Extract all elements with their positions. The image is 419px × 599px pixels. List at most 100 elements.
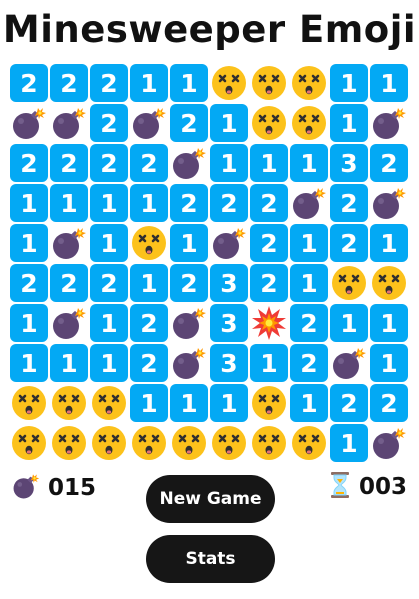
number-cell[interactable]: 1 bbox=[130, 64, 168, 102]
number-cell[interactable]: 1 bbox=[330, 64, 368, 102]
number-cell[interactable]: 1 bbox=[130, 264, 168, 302]
number-cell[interactable]: 2 bbox=[210, 184, 248, 222]
number-cell[interactable]: 1 bbox=[370, 304, 408, 342]
dizzy-face-icon[interactable] bbox=[210, 64, 248, 102]
number-cell[interactable]: 2 bbox=[90, 104, 128, 142]
number-cell[interactable]: 1 bbox=[210, 144, 248, 182]
number-cell[interactable]: 3 bbox=[330, 144, 368, 182]
number-cell[interactable]: 2 bbox=[50, 144, 88, 182]
dizzy-face-icon[interactable] bbox=[210, 424, 248, 462]
number-cell[interactable]: 2 bbox=[130, 344, 168, 382]
number-cell[interactable]: 2 bbox=[130, 304, 168, 342]
number-cell[interactable]: 1 bbox=[130, 384, 168, 422]
number-cell[interactable]: 2 bbox=[290, 304, 328, 342]
number-cell[interactable]: 2 bbox=[90, 144, 128, 182]
dizzy-face-icon[interactable] bbox=[90, 424, 128, 462]
number-cell[interactable]: 2 bbox=[130, 144, 168, 182]
number-cell[interactable]: 3 bbox=[210, 304, 248, 342]
number-cell[interactable]: 1 bbox=[290, 224, 328, 262]
dizzy-face-icon[interactable] bbox=[370, 264, 408, 302]
number-cell[interactable]: 1 bbox=[90, 224, 128, 262]
number-cell[interactable]: 2 bbox=[50, 264, 88, 302]
number-cell[interactable]: 2 bbox=[170, 104, 208, 142]
number-cell[interactable]: 2 bbox=[90, 264, 128, 302]
dizzy-face-icon[interactable] bbox=[290, 424, 328, 462]
number-cell[interactable]: 1 bbox=[330, 304, 368, 342]
number-cell[interactable]: 1 bbox=[330, 104, 368, 142]
number-cell[interactable]: 1 bbox=[10, 184, 48, 222]
number-cell[interactable]: 1 bbox=[370, 224, 408, 262]
dizzy-face-icon[interactable] bbox=[170, 424, 208, 462]
bomb-icon[interactable] bbox=[370, 104, 408, 142]
number-cell[interactable]: 2 bbox=[370, 384, 408, 422]
explosion-icon[interactable] bbox=[250, 304, 288, 342]
number-cell[interactable]: 2 bbox=[90, 64, 128, 102]
bomb-icon[interactable] bbox=[130, 104, 168, 142]
dizzy-face-icon[interactable] bbox=[250, 64, 288, 102]
number-cell[interactable]: 3 bbox=[210, 344, 248, 382]
number-cell[interactable]: 1 bbox=[370, 64, 408, 102]
number-cell[interactable]: 1 bbox=[50, 184, 88, 222]
dizzy-face-icon[interactable] bbox=[250, 384, 288, 422]
number-cell[interactable]: 1 bbox=[90, 344, 128, 382]
dizzy-face-icon[interactable] bbox=[250, 424, 288, 462]
new-game-button[interactable]: New Game bbox=[146, 475, 275, 523]
bomb-icon[interactable] bbox=[370, 184, 408, 222]
number-cell[interactable]: 2 bbox=[290, 344, 328, 382]
number-cell[interactable]: 2 bbox=[330, 184, 368, 222]
number-cell[interactable]: 1 bbox=[170, 384, 208, 422]
number-cell[interactable]: 2 bbox=[170, 184, 208, 222]
number-cell[interactable]: 1 bbox=[10, 224, 48, 262]
number-cell[interactable]: 1 bbox=[250, 144, 288, 182]
number-cell[interactable]: 1 bbox=[290, 264, 328, 302]
dizzy-face-icon[interactable] bbox=[130, 224, 168, 262]
number-cell[interactable]: 2 bbox=[330, 224, 368, 262]
number-cell[interactable]: 2 bbox=[370, 144, 408, 182]
dizzy-face-icon[interactable] bbox=[250, 104, 288, 142]
dizzy-face-icon[interactable] bbox=[290, 64, 328, 102]
stats-button[interactable]: Stats bbox=[146, 535, 275, 583]
bomb-icon[interactable] bbox=[170, 144, 208, 182]
dizzy-face-icon[interactable] bbox=[290, 104, 328, 142]
bomb-icon[interactable] bbox=[50, 304, 88, 342]
number-cell[interactable]: 2 bbox=[10, 144, 48, 182]
bomb-icon[interactable] bbox=[50, 224, 88, 262]
dizzy-face-icon[interactable] bbox=[50, 424, 88, 462]
number-cell[interactable]: 1 bbox=[330, 424, 368, 462]
number-cell[interactable]: 1 bbox=[10, 344, 48, 382]
number-cell[interactable]: 1 bbox=[290, 144, 328, 182]
dizzy-face-icon[interactable] bbox=[50, 384, 88, 422]
number-cell[interactable]: 1 bbox=[130, 184, 168, 222]
bomb-icon[interactable] bbox=[170, 344, 208, 382]
number-cell[interactable]: 1 bbox=[210, 104, 248, 142]
bomb-icon[interactable] bbox=[330, 344, 368, 382]
bomb-icon[interactable] bbox=[210, 224, 248, 262]
number-cell[interactable]: 1 bbox=[10, 304, 48, 342]
number-cell[interactable]: 1 bbox=[90, 304, 128, 342]
number-cell[interactable]: 2 bbox=[250, 224, 288, 262]
number-cell[interactable]: 3 bbox=[210, 264, 248, 302]
dizzy-face-icon[interactable] bbox=[10, 384, 48, 422]
number-cell[interactable]: 1 bbox=[90, 184, 128, 222]
number-cell[interactable]: 2 bbox=[50, 64, 88, 102]
number-cell[interactable]: 1 bbox=[50, 344, 88, 382]
bomb-icon[interactable] bbox=[290, 184, 328, 222]
number-cell[interactable]: 2 bbox=[330, 384, 368, 422]
number-cell[interactable]: 1 bbox=[370, 344, 408, 382]
number-cell[interactable]: 2 bbox=[170, 264, 208, 302]
dizzy-face-icon[interactable] bbox=[330, 264, 368, 302]
dizzy-face-icon[interactable] bbox=[130, 424, 168, 462]
number-cell[interactable]: 2 bbox=[250, 264, 288, 302]
bomb-icon[interactable] bbox=[370, 424, 408, 462]
dizzy-face-icon[interactable] bbox=[10, 424, 48, 462]
number-cell[interactable]: 2 bbox=[10, 64, 48, 102]
number-cell[interactable]: 2 bbox=[10, 264, 48, 302]
number-cell[interactable]: 1 bbox=[250, 344, 288, 382]
dizzy-face-icon[interactable] bbox=[90, 384, 128, 422]
number-cell[interactable]: 2 bbox=[250, 184, 288, 222]
number-cell[interactable]: 1 bbox=[170, 224, 208, 262]
bomb-icon[interactable] bbox=[170, 304, 208, 342]
number-cell[interactable]: 1 bbox=[170, 64, 208, 102]
number-cell[interactable]: 1 bbox=[210, 384, 248, 422]
bomb-icon[interactable] bbox=[50, 104, 88, 142]
